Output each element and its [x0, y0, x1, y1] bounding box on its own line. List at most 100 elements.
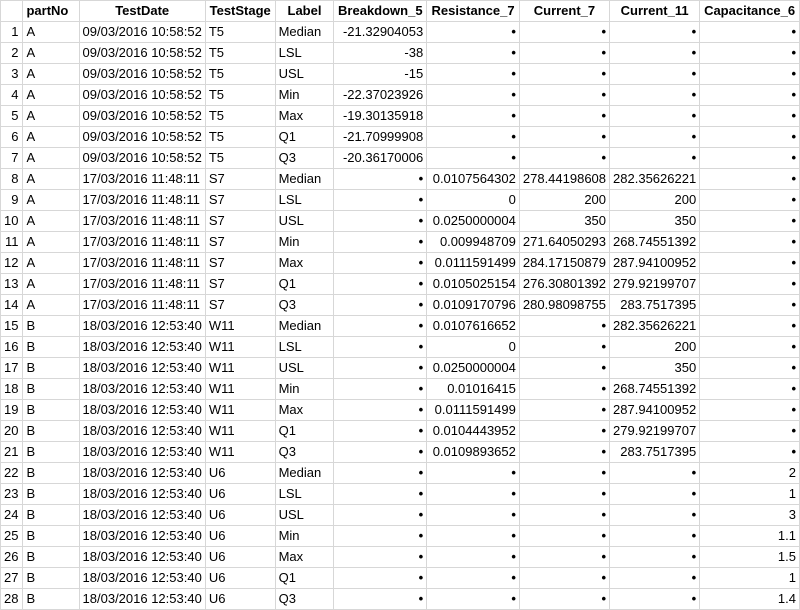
table-cell[interactable]: B — [22, 399, 80, 421]
table-row[interactable]: 13 A 17/03/2016 11:48:11 S7 Q1 • 0.0105025154 2… — [0, 273, 800, 295]
table-cell[interactable]: 350 — [609, 357, 701, 379]
table-cell[interactable]: B — [22, 567, 80, 589]
column-header[interactable]: TestDate — [78, 0, 206, 22]
table-cell[interactable]: 0.009948709 — [426, 231, 520, 253]
row-number[interactable]: 24 — [0, 504, 24, 526]
table-cell[interactable]: 17/03/2016 11:48:11 — [78, 189, 206, 211]
missing-value-cell[interactable]: • — [609, 147, 701, 169]
row-number[interactable]: 14 — [0, 294, 24, 316]
missing-value-cell[interactable]: • — [699, 168, 800, 190]
table-cell[interactable]: 0.0107564302 — [426, 168, 520, 190]
table-row[interactable]: 25 B 18/03/2016 12:53:40 U6 Min • • • • 1.1 — [0, 525, 800, 547]
missing-value-cell[interactable]: • — [609, 84, 701, 106]
table-cell[interactable]: B — [22, 378, 80, 400]
table-cell[interactable]: 350 — [609, 210, 701, 232]
missing-value-cell[interactable]: • — [518, 462, 611, 484]
column-header[interactable]: TestStage — [204, 0, 276, 22]
column-header[interactable]: Capacitance_6 — [699, 0, 800, 22]
missing-value-cell[interactable]: • — [609, 588, 701, 610]
table-cell[interactable]: 276.30801392 — [518, 273, 611, 295]
table-cell[interactable]: 350 — [518, 210, 611, 232]
missing-value-cell[interactable]: • — [699, 189, 800, 211]
table-cell[interactable]: 09/03/2016 10:58:52 — [78, 105, 206, 127]
table-cell[interactable]: 0 — [426, 189, 520, 211]
row-number[interactable]: 16 — [0, 336, 24, 358]
table-cell[interactable]: U6 — [204, 525, 276, 547]
table-cell[interactable]: 18/03/2016 12:53:40 — [78, 336, 206, 358]
missing-value-cell[interactable]: • — [609, 483, 701, 505]
row-number[interactable]: 27 — [0, 567, 24, 589]
missing-value-cell[interactable]: • — [518, 399, 611, 421]
table-cell[interactable]: 0.0109170796 — [426, 294, 520, 316]
missing-value-cell[interactable]: • — [426, 147, 520, 169]
table-cell[interactable]: LSL — [274, 483, 335, 505]
missing-value-cell[interactable]: • — [426, 546, 520, 568]
row-number[interactable]: 17 — [0, 357, 24, 379]
missing-value-cell[interactable]: • — [426, 462, 520, 484]
table-cell[interactable]: A — [22, 231, 80, 253]
table-row[interactable]: 23 B 18/03/2016 12:53:40 U6 LSL • • • • 1 — [0, 483, 800, 505]
table-cell[interactable]: 278.44198608 — [518, 168, 611, 190]
table-cell[interactable]: B — [22, 483, 80, 505]
missing-value-cell[interactable]: • — [518, 567, 611, 589]
table-row[interactable]: 26 B 18/03/2016 12:53:40 U6 Max • • • • 1.5 — [0, 546, 800, 568]
row-number[interactable]: 18 — [0, 378, 24, 400]
missing-value-cell[interactable]: • — [518, 336, 611, 358]
table-cell[interactable]: Q1 — [274, 126, 335, 148]
table-cell[interactable]: A — [22, 63, 80, 85]
table-cell[interactable]: 287.94100952 — [609, 252, 701, 274]
missing-value-cell[interactable]: • — [609, 546, 701, 568]
table-cell[interactable]: U6 — [204, 567, 276, 589]
table-cell[interactable]: A — [22, 252, 80, 274]
table-row[interactable]: 18 B 18/03/2016 12:53:40 W11 Min • 0.01016415 •… — [0, 378, 800, 400]
missing-value-cell[interactable]: • — [518, 147, 611, 169]
table-cell[interactable]: Max — [274, 252, 335, 274]
table-cell[interactable]: 09/03/2016 10:58:52 — [78, 126, 206, 148]
row-number[interactable]: 11 — [0, 231, 24, 253]
missing-value-cell[interactable]: • — [333, 588, 428, 610]
missing-value-cell[interactable]: • — [426, 504, 520, 526]
row-number[interactable]: 1 — [0, 21, 24, 43]
table-cell[interactable]: Q1 — [274, 420, 335, 442]
table-cell[interactable]: 1.5 — [699, 546, 800, 568]
table-cell[interactable]: A — [22, 147, 80, 169]
table-cell[interactable]: -21.32904053 — [333, 21, 428, 43]
table-cell[interactable]: W11 — [204, 357, 276, 379]
table-cell[interactable]: W11 — [204, 336, 276, 358]
missing-value-cell[interactable]: • — [426, 525, 520, 547]
table-cell[interactable]: 0.0104443952 — [426, 420, 520, 442]
table-row[interactable]: 22 B 18/03/2016 12:53:40 U6 Median • • • • 2 — [0, 462, 800, 484]
table-cell[interactable]: W11 — [204, 378, 276, 400]
table-cell[interactable]: -15 — [333, 63, 428, 85]
table-cell[interactable]: A — [22, 210, 80, 232]
missing-value-cell[interactable]: • — [699, 147, 800, 169]
missing-value-cell[interactable]: • — [333, 294, 428, 316]
table-cell[interactable]: Q3 — [274, 147, 335, 169]
table-cell[interactable]: 09/03/2016 10:58:52 — [78, 63, 206, 85]
table-cell[interactable]: S7 — [204, 210, 276, 232]
table-cell[interactable]: U6 — [204, 462, 276, 484]
table-cell[interactable]: A — [22, 21, 80, 43]
table-row[interactable]: 5 A 09/03/2016 10:58:52 T5 Max -19.30135918 • •… — [0, 105, 800, 127]
table-cell[interactable]: 282.35626221 — [609, 315, 701, 337]
table-row[interactable]: 15 B 18/03/2016 12:53:40 W11 Median • 0.010761… — [0, 315, 800, 337]
table-row[interactable]: 12 A 17/03/2016 11:48:11 S7 Max • 0.0111591499… — [0, 252, 800, 274]
table-cell[interactable]: 268.74551392 — [609, 378, 701, 400]
missing-value-cell[interactable]: • — [518, 63, 611, 85]
table-cell[interactable]: 1.1 — [699, 525, 800, 547]
table-cell[interactable]: 0.0111591499 — [426, 399, 520, 421]
table-row[interactable]: 17 B 18/03/2016 12:53:40 W11 USL • 0.025000000… — [0, 357, 800, 379]
row-number[interactable]: 25 — [0, 525, 24, 547]
table-cell[interactable]: 279.92199707 — [609, 420, 701, 442]
table-row[interactable]: 20 B 18/03/2016 12:53:40 W11 Q1 • 0.0104443952… — [0, 420, 800, 442]
missing-value-cell[interactable]: • — [699, 399, 800, 421]
table-cell[interactable]: 200 — [518, 189, 611, 211]
table-cell[interactable]: 09/03/2016 10:58:52 — [78, 42, 206, 64]
table-cell[interactable]: 283.7517395 — [609, 294, 701, 316]
missing-value-cell[interactable]: • — [333, 357, 428, 379]
table-cell[interactable]: Median — [274, 21, 335, 43]
table-cell[interactable]: T5 — [204, 42, 276, 64]
table-cell[interactable]: W11 — [204, 315, 276, 337]
table-cell[interactable]: 18/03/2016 12:53:40 — [78, 567, 206, 589]
table-cell[interactable]: 1 — [699, 483, 800, 505]
